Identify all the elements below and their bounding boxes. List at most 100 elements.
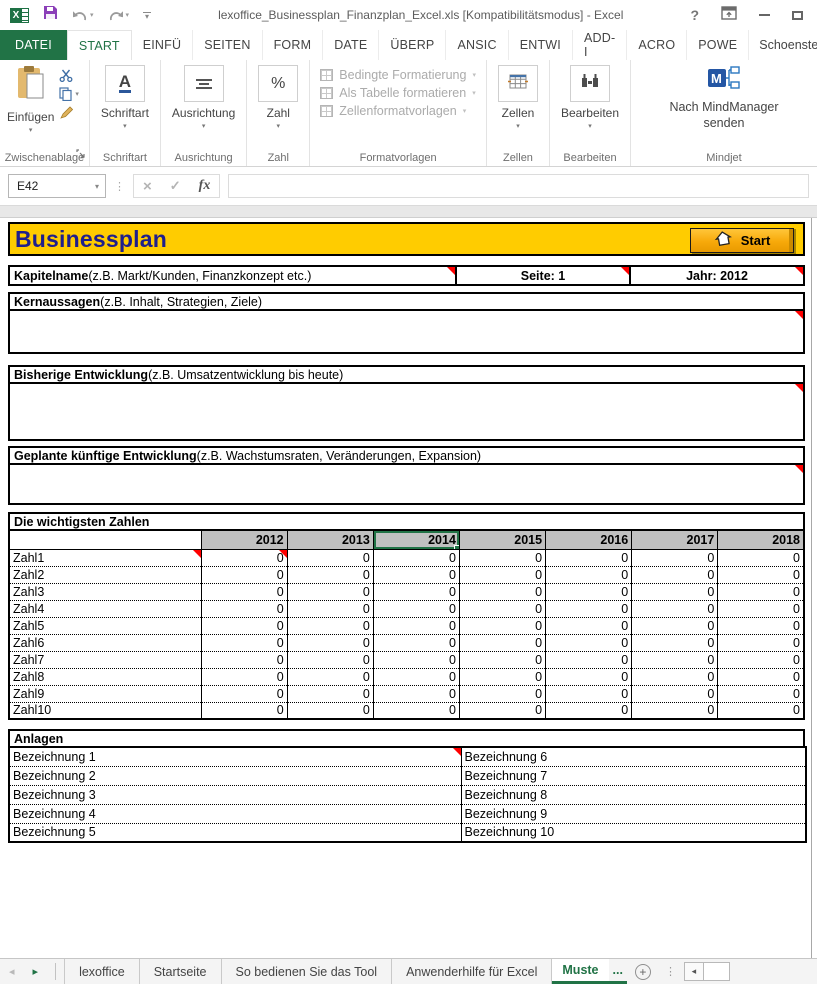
value-cell[interactable]: 0: [718, 651, 804, 668]
insert-function-icon[interactable]: fx: [190, 178, 220, 194]
send-to-mindmanager-button[interactable]: M Nach MindManager senden: [640, 65, 808, 150]
paste-button[interactable]: Einfügen ▾: [4, 65, 57, 150]
row-label-cell[interactable]: Zahl5: [9, 617, 201, 634]
scroll-left-icon[interactable]: ◂: [684, 962, 704, 981]
value-cell[interactable]: 0: [718, 617, 804, 634]
value-cell[interactable]: 0: [459, 685, 545, 702]
chevron-down-icon[interactable]: ▾: [123, 122, 127, 130]
value-cell[interactable]: 0: [546, 549, 632, 566]
chevron-down-icon[interactable]: ▾: [75, 90, 79, 98]
value-cell[interactable]: 0: [632, 651, 718, 668]
redo-caret-icon[interactable]: ▾: [126, 11, 130, 19]
value-cell[interactable]: 0: [459, 651, 545, 668]
start-button[interactable]: Start: [690, 228, 794, 253]
value-cell[interactable]: 0: [459, 702, 545, 719]
ribbon-tab[interactable]: SEITEN: [193, 30, 262, 60]
ribbon-tab[interactable]: EINFÜ: [132, 30, 194, 60]
cancel-icon[interactable]: ×: [134, 178, 161, 195]
value-cell[interactable]: 0: [373, 651, 459, 668]
value-cell[interactable]: 0: [287, 566, 373, 583]
value-cell[interactable]: 0: [373, 600, 459, 617]
sheet-tab[interactable]: Startseite: [140, 959, 222, 984]
ribbon-tab[interactable]: DATE: [323, 30, 379, 60]
anlage-cell[interactable]: Bezeichnung 5: [9, 823, 461, 842]
value-cell[interactable]: 0: [201, 685, 287, 702]
value-cell[interactable]: 0: [632, 583, 718, 600]
row-label-cell[interactable]: Zahl4: [9, 600, 201, 617]
redo-button[interactable]: ▾: [108, 9, 130, 22]
help-icon[interactable]: ?: [690, 7, 699, 23]
font-button[interactable]: A Schriftart ▾: [94, 65, 156, 150]
value-cell[interactable]: 0: [459, 668, 545, 685]
active-cell[interactable]: 2014: [373, 530, 459, 549]
value-cell[interactable]: 0: [459, 566, 545, 583]
chevron-down-icon[interactable]: ▾: [277, 122, 281, 130]
value-cell[interactable]: 0: [459, 549, 545, 566]
sheet-tab-overflow[interactable]: ...: [609, 959, 627, 984]
formula-input[interactable]: [228, 174, 809, 198]
ribbon-tab[interactable]: ENTWI: [509, 30, 573, 60]
chevron-down-icon[interactable]: ▾: [516, 122, 520, 130]
anlage-cell[interactable]: Bezeichnung 2: [9, 766, 461, 785]
fill-handle[interactable]: [454, 545, 460, 550]
minimize-button[interactable]: [759, 14, 770, 16]
value-cell[interactable]: 0: [632, 685, 718, 702]
anlage-cell[interactable]: Bezeichnung 3: [9, 785, 461, 804]
value-cell[interactable]: 0: [201, 617, 287, 634]
ribbon-tab[interactable]: DATEI: [0, 30, 67, 60]
value-cell[interactable]: 0: [287, 634, 373, 651]
number-format-button[interactable]: % Zahl ▾: [251, 65, 305, 150]
value-cell[interactable]: 0: [287, 583, 373, 600]
anlage-cell[interactable]: Bezeichnung 7: [461, 766, 806, 785]
value-cell[interactable]: 0: [546, 651, 632, 668]
year-header-cell[interactable]: 2016: [546, 530, 632, 549]
value-cell[interactable]: 0: [546, 617, 632, 634]
row-label-cell[interactable]: Zahl6: [9, 634, 201, 651]
value-cell[interactable]: 0: [718, 566, 804, 583]
sheet-nav-right-icon[interactable]: ▸: [24, 959, 48, 984]
maximize-button[interactable]: [792, 11, 803, 20]
value-cell[interactable]: 0: [546, 583, 632, 600]
value-cell[interactable]: 0: [632, 600, 718, 617]
value-cell[interactable]: 0: [546, 566, 632, 583]
row-label-cell[interactable]: Zahl1: [9, 549, 201, 566]
value-cell[interactable]: 0: [718, 702, 804, 719]
bisherige-entwicklung-input-box[interactable]: [8, 382, 805, 441]
value-cell[interactable]: 0: [718, 600, 804, 617]
cut-button[interactable]: [59, 69, 79, 82]
copy-button[interactable]: ▾: [59, 87, 79, 101]
value-cell[interactable]: 0: [718, 549, 804, 566]
value-cell[interactable]: 0: [201, 634, 287, 651]
value-cell[interactable]: 0: [718, 634, 804, 651]
value-cell[interactable]: 0: [287, 702, 373, 719]
anlage-cell[interactable]: Bezeichnung 4: [9, 804, 461, 823]
ribbon-display-options-icon[interactable]: [721, 6, 737, 25]
kernaussagen-input-box[interactable]: [8, 309, 805, 354]
enter-check-icon[interactable]: ✓: [161, 178, 190, 194]
seite-cell[interactable]: Seite: 1: [455, 265, 631, 286]
value-cell[interactable]: 0: [373, 702, 459, 719]
value-cell[interactable]: 0: [373, 668, 459, 685]
chevron-down-icon[interactable]: ▾: [588, 122, 592, 130]
value-cell[interactable]: 0: [459, 600, 545, 617]
anlage-cell[interactable]: Bezeichnung 10: [461, 823, 806, 842]
year-header-cell[interactable]: 2015: [459, 530, 545, 549]
anlage-cell[interactable]: Bezeichnung 1: [9, 747, 461, 766]
value-cell[interactable]: 0: [201, 600, 287, 617]
value-cell[interactable]: 0: [718, 668, 804, 685]
sheet-tab[interactable]: So bedienen Sie das Tool: [222, 959, 393, 984]
sheet-tab-active[interactable]: Muste: [552, 959, 608, 984]
sheet-tab[interactable]: Anwenderhilfe für Excel: [392, 959, 552, 984]
ribbon-tab[interactable]: START: [67, 30, 132, 60]
value-cell[interactable]: 0: [546, 634, 632, 651]
name-box[interactable]: E42 ▾: [8, 174, 106, 198]
value-cell[interactable]: 0: [718, 685, 804, 702]
kapitelname-cell[interactable]: Kapitelname (z.B. Markt/Kunden, Finanzko…: [8, 265, 457, 286]
value-cell[interactable]: 0: [287, 668, 373, 685]
value-cell[interactable]: 0: [287, 617, 373, 634]
editing-button[interactable]: Bearbeiten ▾: [554, 65, 626, 150]
value-cell[interactable]: 0: [201, 651, 287, 668]
value-cell[interactable]: 0: [459, 617, 545, 634]
anlage-cell[interactable]: Bezeichnung 9: [461, 804, 806, 823]
year-header-cell[interactable]: 2018: [718, 530, 804, 549]
